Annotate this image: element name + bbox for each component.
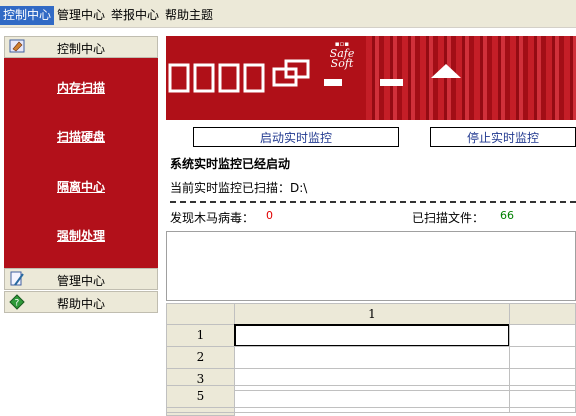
sidebar-section-control[interactable]: 控制中心 — [4, 36, 158, 58]
grid-corner — [166, 303, 235, 325]
sidebar-link-panel: 内存扫描 扫描硬盘 隔离中心 强制处理 — [4, 58, 158, 268]
current-scan-label: 当前实时监控已扫描： — [170, 181, 291, 195]
menu-management-center[interactable]: 管理中心 — [54, 6, 108, 25]
grid-row-header[interactable]: 5 — [166, 385, 235, 408]
grid-row-header[interactable] — [166, 412, 235, 416]
grid-cell-selected[interactable] — [234, 324, 510, 347]
grid-cell[interactable] — [509, 346, 576, 369]
main-panel: ▪▫▪ Safe Soft 启动实时监控 停止实时监控 系统实时监控已经启动 当… — [166, 28, 576, 416]
grid-column-header-extra — [509, 303, 576, 325]
grid-column-header[interactable]: 1 — [234, 303, 510, 325]
grid-row-header[interactable]: 1 — [166, 324, 235, 347]
scanned-files-value: 66 — [500, 209, 514, 222]
grid-cell[interactable] — [509, 324, 576, 347]
grid-row-header[interactable]: 2 — [166, 346, 235, 369]
start-monitor-button[interactable]: 启动实时监控 — [193, 127, 399, 147]
sidebar-link-force-handle[interactable]: 强制处理 — [4, 227, 158, 244]
sidebar-section-label: 控制中心 — [56, 42, 105, 56]
menu-control-center[interactable]: 控制中心 — [0, 6, 55, 25]
monitor-status-message: 系统实时监控已经启动 — [170, 157, 291, 171]
menu-help-topics[interactable]: 帮助主题 — [162, 6, 216, 25]
sidebar-section-management[interactable]: 管理中心 — [4, 268, 158, 290]
grid-cell[interactable] — [509, 385, 576, 408]
banner-graphic — [168, 59, 461, 93]
menu-bar: 控制中心 管理中心 举报中心 帮助主题 — [0, 0, 576, 28]
sidebar-link-quarantine[interactable]: 隔离中心 — [4, 178, 158, 195]
stop-monitor-button[interactable]: 停止实时监控 — [430, 127, 576, 147]
trojan-count-label: 发现木马病毒： — [170, 211, 255, 225]
banner: ▪▫▪ Safe Soft — [166, 36, 576, 120]
scanned-files-label: 已扫描文件： — [412, 211, 485, 225]
sidebar: 控制中心 内存扫描 扫描硬盘 隔离中心 强制处理 管理中心 ? 帮助中心 — [0, 28, 160, 416]
sidebar-link-disk-scan[interactable]: 扫描硬盘 — [4, 128, 158, 145]
menu-report-center[interactable]: 举报中心 — [108, 6, 162, 25]
divider — [170, 201, 576, 203]
log-textbox[interactable] — [166, 231, 576, 301]
current-scan-line: 当前实时监控已扫描：D:\ — [170, 179, 307, 196]
sidebar-section-label: 管理中心 — [56, 274, 105, 288]
sidebar-section-help[interactable]: ? 帮助中心 — [4, 291, 158, 313]
sidebar-link-memory-scan[interactable]: 内存扫描 — [4, 79, 158, 96]
current-scan-path: D:\ — [290, 181, 308, 195]
grid-cell[interactable] — [234, 385, 510, 408]
grid-cell[interactable] — [234, 346, 510, 369]
brand-logo: ▪▫▪ Safe Soft — [329, 40, 355, 70]
sidebar-section-label: 帮助中心 — [56, 297, 105, 311]
trojan-count-value: 0 — [266, 209, 273, 222]
